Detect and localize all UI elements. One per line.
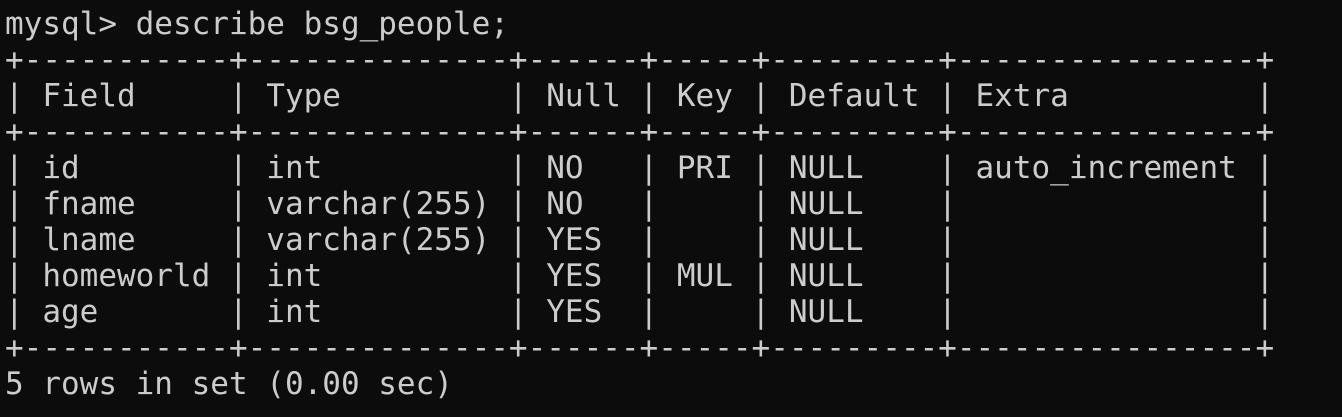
table-row: | lname | varchar(255) | YES | | NULL | …	[5, 222, 1275, 258]
table-row: | id | int | NO | PRI | NULL | auto_incr…	[5, 150, 1275, 186]
table-border-header: +-----------+--------------+------+-----…	[5, 114, 1275, 150]
table-row: | fname | varchar(255) | NO | | NULL | |	[5, 186, 1275, 222]
terminal-window[interactable]: mysql> describe bsg_people; +-----------…	[0, 0, 1342, 417]
table-row: | age | int | YES | | NULL | |	[5, 294, 1275, 330]
command-prompt-line: mysql> describe bsg_people;	[5, 6, 509, 42]
table-border-top: +-----------+--------------+------+-----…	[5, 42, 1275, 78]
result-summary: 5 rows in set (0.00 sec)	[5, 366, 453, 402]
table-header-row: | Field | Type | Null | Key | Default | …	[5, 78, 1275, 114]
table-row: | homeworld | int | YES | MUL | NULL | |	[5, 258, 1275, 294]
table-border-bottom: +-----------+--------------+------+-----…	[5, 330, 1275, 366]
